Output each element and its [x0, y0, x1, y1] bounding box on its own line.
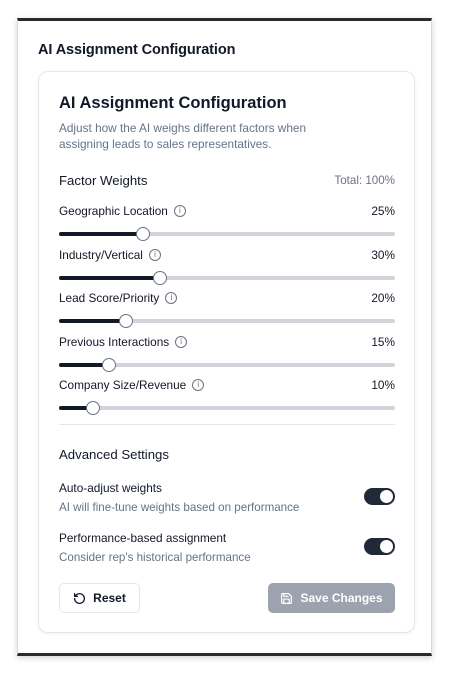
factor-label: Company Size/Revenue: [59, 378, 187, 392]
factor-percentage: 20%: [371, 291, 395, 305]
factor-geographic-location: Geographic Location i 25%: [59, 204, 395, 241]
factor-percentage: 10%: [371, 378, 395, 392]
slider-fill: [59, 319, 126, 323]
auto-adjust-toggle[interactable]: [364, 488, 395, 505]
slider-thumb[interactable]: [136, 227, 150, 241]
slider-fill: [59, 232, 143, 236]
factor-lead-score-priority: Lead Score/Priority i 20%: [59, 291, 395, 328]
factor-percentage: 15%: [371, 335, 395, 349]
slider-thumb[interactable]: [153, 271, 167, 285]
app-window: AI Assignment Configuration AI Assignmen…: [17, 18, 432, 656]
advanced-settings-title: Advanced Settings: [59, 447, 169, 462]
factor-label: Previous Interactions: [59, 335, 170, 349]
reset-button[interactable]: Reset: [59, 583, 140, 613]
factor-weights-total: Total: 100%: [334, 174, 395, 187]
factor-label: Industry/Vertical: [59, 248, 143, 262]
factor-percentage: 25%: [371, 204, 395, 218]
info-icon[interactable]: i: [165, 292, 178, 304]
setting-description: AI will fine-tune weights based on perfo…: [59, 501, 300, 514]
factor-label: Lead Score/Priority: [59, 291, 160, 305]
setting-name: Performance-based assignment: [59, 531, 227, 545]
toggle-knob: [380, 490, 393, 503]
section-divider: [59, 424, 395, 425]
setting-performance-based-assignment: Performance-based assignment Consider re…: [59, 531, 395, 565]
save-label: Save Changes: [300, 591, 383, 605]
factor-percentage: 30%: [371, 248, 395, 262]
factor-company-size-revenue: Company Size/Revenue i 10%: [59, 378, 395, 415]
factor-previous-interactions: Previous Interactions i 15%: [59, 335, 395, 372]
card-description: Adjust how the AI weighs different facto…: [59, 121, 307, 151]
reset-label: Reset: [93, 591, 126, 605]
floppy-disk-icon: [280, 592, 293, 605]
factor-weights-title: Factor Weights: [59, 173, 148, 188]
weight-slider[interactable]: [59, 358, 395, 372]
rotate-ccw-icon: [73, 592, 86, 605]
slider-fill: [59, 276, 160, 280]
info-icon[interactable]: i: [173, 205, 186, 217]
save-changes-button[interactable]: Save Changes: [268, 583, 395, 613]
toggle-knob: [380, 540, 393, 553]
setting-description: Consider rep's historical performance: [59, 551, 251, 564]
info-icon[interactable]: i: [148, 249, 161, 261]
setting-name: Auto-adjust weights: [59, 481, 162, 495]
info-icon[interactable]: i: [192, 379, 205, 391]
factor-weights-header: Factor Weights Total: 100%: [59, 173, 395, 188]
factor-label: Geographic Location: [59, 204, 168, 218]
weight-slider[interactable]: [59, 314, 395, 328]
weight-slider[interactable]: [59, 401, 395, 415]
config-card: AI Assignment Configuration Adjust how t…: [38, 71, 415, 633]
slider-thumb[interactable]: [102, 358, 116, 372]
info-icon[interactable]: i: [175, 336, 188, 348]
slider-thumb[interactable]: [119, 314, 133, 328]
weight-slider[interactable]: [59, 227, 395, 241]
card-title: AI Assignment Configuration: [59, 94, 287, 112]
setting-auto-adjust-weights: Auto-adjust weights AI will fine-tune we…: [59, 481, 395, 515]
slider-track[interactable]: [59, 406, 395, 410]
factor-industry-vertical: Industry/Vertical i 30%: [59, 248, 395, 285]
performance-assignment-toggle[interactable]: [364, 538, 395, 555]
window-title: AI Assignment Configuration: [38, 42, 236, 58]
slider-thumb[interactable]: [86, 401, 100, 415]
weight-slider[interactable]: [59, 271, 395, 285]
